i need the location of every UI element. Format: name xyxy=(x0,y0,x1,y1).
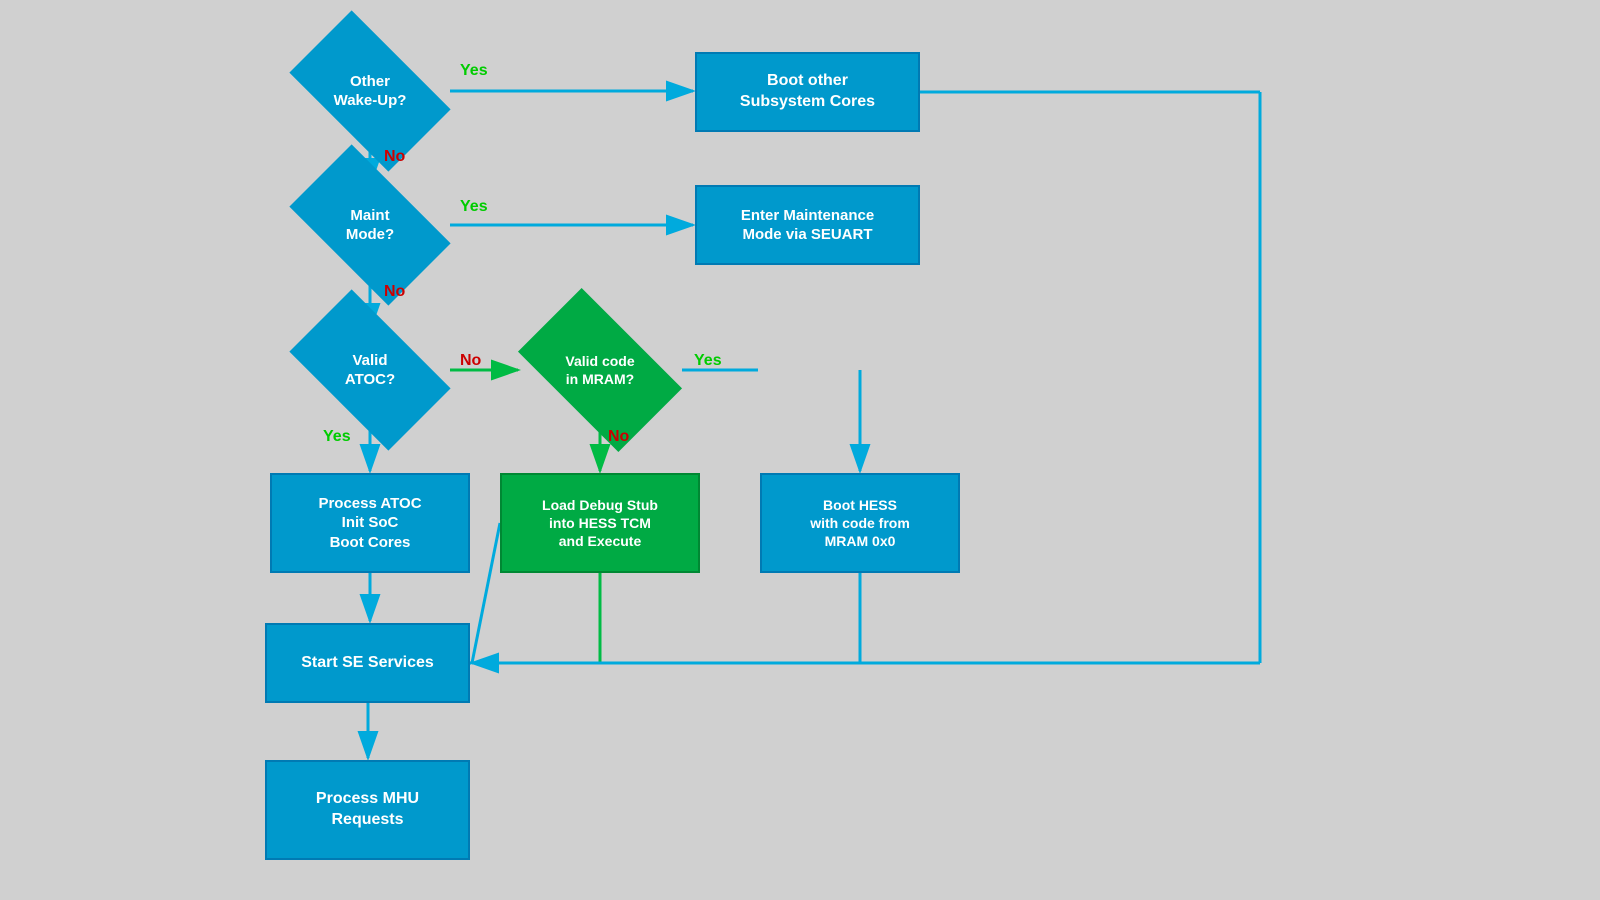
diamond2-no-label: No xyxy=(384,283,405,301)
diamond1-yes-label: Yes xyxy=(460,62,488,80)
diamond-valid-atoc: ValidATOC? xyxy=(290,320,450,420)
rect-boot-subsystem: Boot otherSubsystem Cores xyxy=(695,52,920,132)
diamond4-label: Valid codein MRAM? xyxy=(565,352,634,388)
rect5-label: Boot HESSwith code fromMRAM 0x0 xyxy=(810,496,910,551)
rect-boot-hess: Boot HESSwith code fromMRAM 0x0 xyxy=(760,473,960,573)
diamond4-yes-label: Yes xyxy=(694,352,722,370)
rect2-label: Enter MaintenanceMode via SEUART xyxy=(741,206,874,245)
rect6-label: Start SE Services xyxy=(301,653,434,674)
rect4-label: Load Debug Stubinto HESS TCMand Execute xyxy=(542,496,658,551)
rect3-label: Process ATOCInit SoCBoot Cores xyxy=(318,494,421,553)
diamond2-yes-label: Yes xyxy=(460,198,488,216)
diamond3-no-label: No xyxy=(460,352,481,370)
diamond-valid-mram: Valid codein MRAM? xyxy=(518,320,682,420)
diamond2-label: MaintMode? xyxy=(346,206,394,245)
diamond1-label: OtherWake-Up? xyxy=(334,72,407,111)
diamond4-no-label: No xyxy=(608,428,629,446)
diamond3-label: ValidATOC? xyxy=(345,351,395,390)
rect-start-se-services: Start SE Services xyxy=(265,623,470,703)
rect-maintenance-mode: Enter MaintenanceMode via SEUART xyxy=(695,185,920,265)
diamond-maint-mode: MaintMode? xyxy=(290,175,450,275)
diamond3-yes-label: Yes xyxy=(323,428,351,446)
rect-debug-stub: Load Debug Stubinto HESS TCMand Execute xyxy=(500,473,700,573)
rect-process-mhu: Process MHURequests xyxy=(265,760,470,860)
diamond1-no-label: No xyxy=(384,148,405,166)
diamond-other-wakeup: OtherWake-Up? xyxy=(290,41,450,141)
rect7-label: Process MHURequests xyxy=(316,789,419,831)
rect-process-atoc: Process ATOCInit SoCBoot Cores xyxy=(270,473,470,573)
